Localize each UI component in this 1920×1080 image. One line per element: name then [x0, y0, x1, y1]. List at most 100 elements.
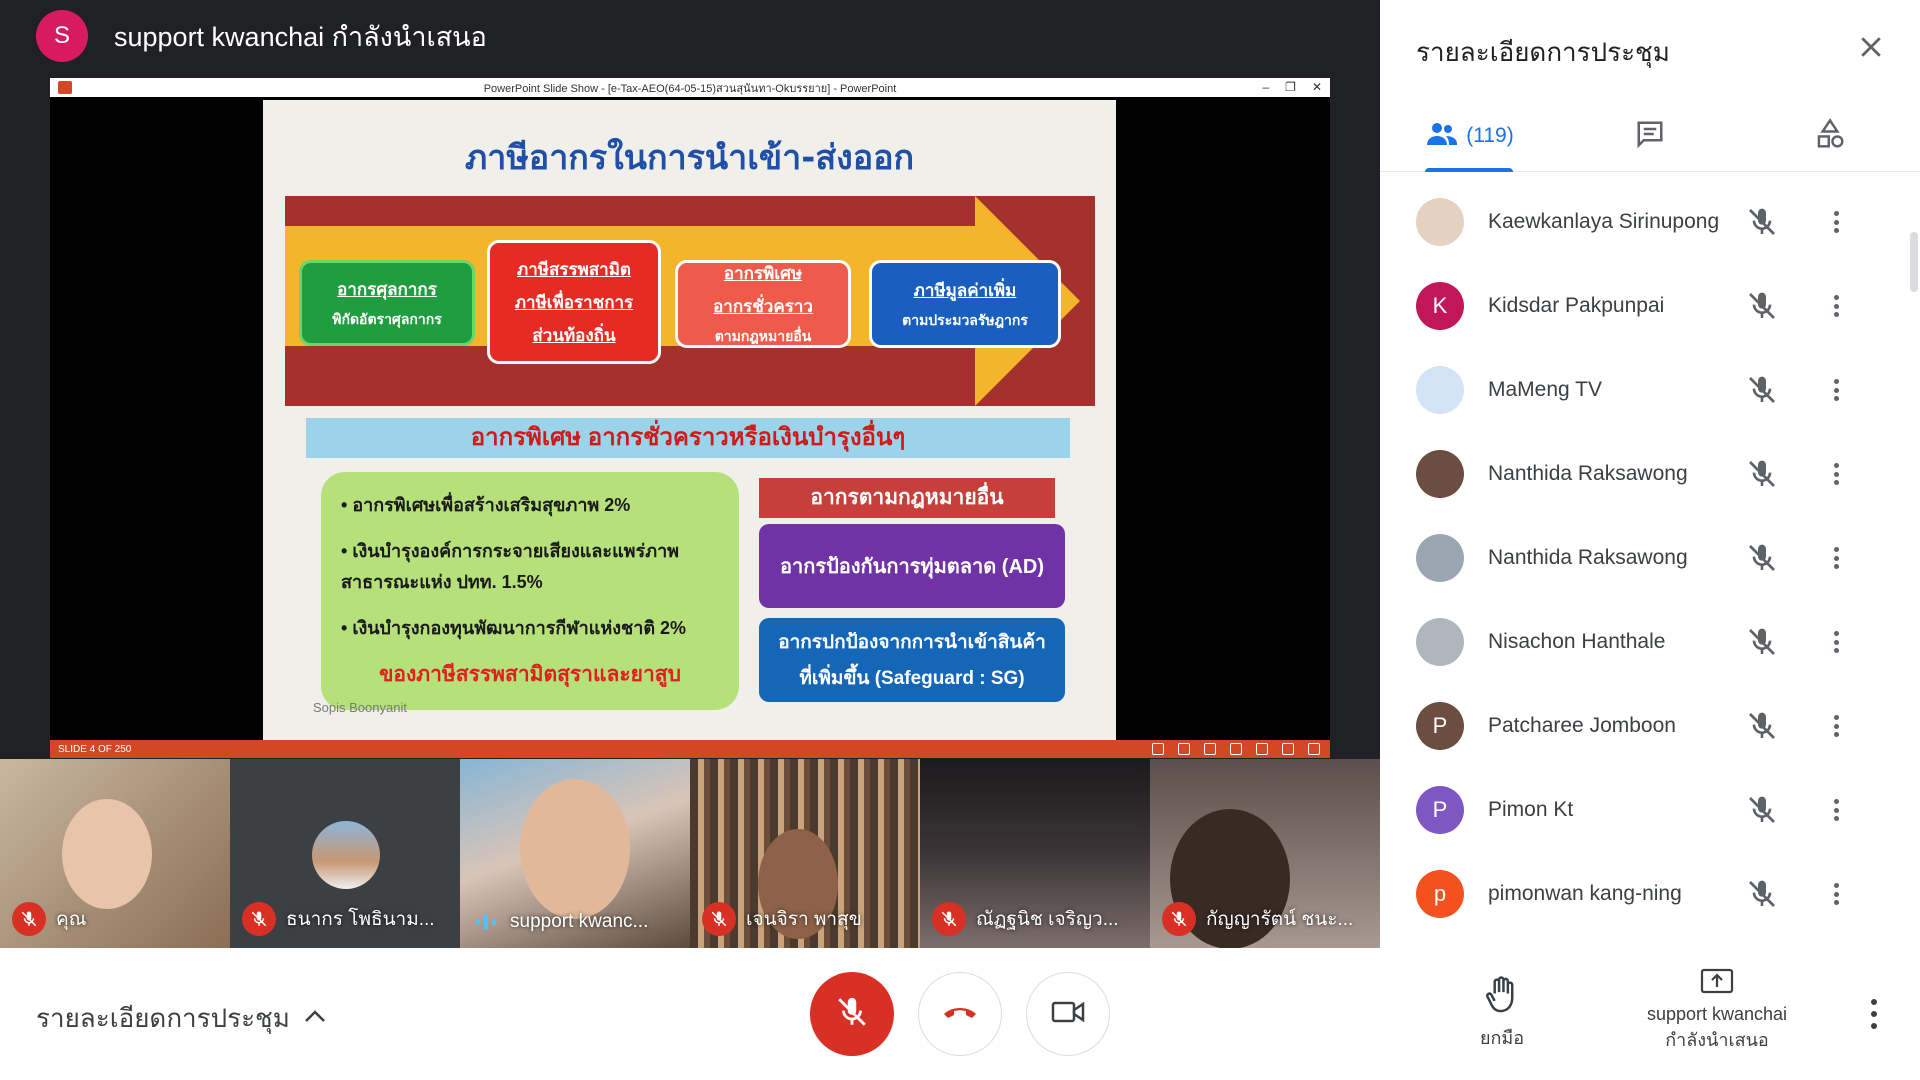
raise-hand-button[interactable]: ยกมือ — [1464, 976, 1540, 1052]
close-icon[interactable] — [1856, 32, 1886, 62]
mic-off-icon — [1746, 542, 1778, 574]
participant-row[interactable]: Kaewkanlaya Sirinupong — [1380, 180, 1920, 264]
mic-off-icon — [1162, 902, 1196, 936]
tab-activities[interactable] — [1740, 100, 1920, 172]
meeting-details-label: รายละเอียดการประชุม — [36, 1003, 290, 1033]
leave-call-button[interactable] — [918, 972, 1002, 1056]
vat-box: ภาษีมูลค่าเพิ่ม ตามประมวลรัษฎากร — [869, 260, 1061, 348]
mic-off-icon — [1746, 878, 1778, 910]
participant-name: Patcharee Jomboon — [1488, 714, 1676, 737]
bullet-item: • อากรพิเศษเพื่อสร้างเสริมสุขภาพ 2% — [341, 495, 631, 515]
excise-tax-box: ภาษีสรรพสามิต ภาษีเพื่อราชการ ส่วนท้องถิ… — [487, 240, 661, 364]
mic-off-icon — [835, 995, 869, 1034]
participant-tile[interactable]: ธนากร โพธินาม... — [230, 759, 460, 948]
box-line: ตามกฎหมายอื่น — [714, 328, 812, 344]
bullet-footer: ของภาษีสรรพสามิตสุราและยาสูบ — [379, 663, 681, 686]
more-options-icon[interactable] — [1828, 794, 1844, 826]
face-image — [520, 779, 630, 919]
notes-icon[interactable] — [1178, 743, 1190, 755]
box-line: ส่วนท้องถิ่น — [532, 325, 616, 345]
present-button[interactable]: support kwanchai กำลังนำเสนอ — [1622, 968, 1812, 1053]
participant-row[interactable]: Nanthida Raksawong — [1380, 432, 1920, 516]
participant-row[interactable]: K Kidsdar Pakpunpai — [1380, 264, 1920, 348]
mic-off-icon — [702, 902, 736, 936]
tile-label: ธนากร โพธินาม... — [230, 902, 435, 936]
more-options-icon[interactable] — [1828, 710, 1844, 742]
sg-box: อากรปกป้องจากการนำเข้าสินค้า ที่เพิ่มขึ้… — [759, 618, 1065, 702]
tile-label: คุณ — [0, 902, 86, 936]
bottom-control-bar: รายละเอียดการประชุม ยกมือ support kwanch… — [0, 948, 1920, 1080]
tile-name: เจนจิรา พาสุข — [746, 909, 862, 930]
hand-icon — [1484, 976, 1520, 1018]
participant-row[interactable]: P Patcharee Jomboon — [1380, 684, 1920, 768]
participant-name: Nanthida Raksawong — [1488, 462, 1688, 485]
avatar — [1416, 450, 1464, 498]
tile-label: เจนจิรา พาสุข — [690, 902, 862, 936]
mic-off-icon — [1746, 626, 1778, 658]
participant-row[interactable]: p pimonwan kang-ning — [1380, 852, 1920, 936]
participant-list: Kaewkanlaya Sirinupong K Kidsdar Pakpunp… — [1380, 180, 1920, 936]
tab-chat[interactable] — [1560, 100, 1740, 172]
participant-tile[interactable]: ณัฏฐนิช เจริญว... — [920, 759, 1150, 948]
participant-row[interactable]: P Pimon Kt — [1380, 768, 1920, 852]
tile-name: คุณ — [56, 909, 87, 930]
reading-view-icon[interactable] — [1282, 743, 1294, 755]
more-options-icon[interactable] — [1828, 542, 1844, 574]
participant-name: Nanthida Raksawong — [1488, 546, 1688, 569]
ppt-statusbar: SLIDE 4 OF 250 — [50, 740, 1330, 758]
more-options-icon[interactable] — [1828, 290, 1844, 322]
more-options-icon[interactable] — [1862, 994, 1886, 1034]
normal-view-icon[interactable] — [1230, 743, 1242, 755]
tile-name: ธนากร โพธินาม... — [286, 909, 435, 930]
scrollbar[interactable] — [1910, 232, 1918, 292]
avatar: P — [1416, 702, 1464, 750]
more-options-icon[interactable] — [1828, 626, 1844, 658]
mic-off-icon — [1746, 290, 1778, 322]
slide: ภาษีอากรในการนำเข้า-ส่งออก อากรศุลกากร พ… — [263, 100, 1116, 740]
box-line: อากรศุลกากร — [337, 279, 437, 299]
participant-tile[interactable]: คุณ — [0, 759, 230, 948]
panel-tabs: (119) — [1380, 100, 1920, 172]
participant-row[interactable]: Nanthida Raksawong — [1380, 516, 1920, 600]
people-icon — [1426, 121, 1458, 152]
special-duty-box: อากรพิเศษ อากรชั่วคราว ตามกฎหมายอื่น — [675, 260, 851, 348]
close-window-icon[interactable]: ✕ — [1312, 78, 1322, 97]
box-line: ตามประมวลรัษฎากร — [902, 311, 1028, 328]
tile-name: ณัฏฐนิช เจริญว... — [976, 909, 1119, 930]
powerpoint-icon — [58, 81, 72, 94]
tile-name: กัญญารัตน์ ชนะ... — [1206, 909, 1354, 930]
bullet-item: • เงินบำรุงกองทุนพัฒนาการกีฬาแห่งชาติ 2% — [341, 617, 687, 638]
box-line: อากรพิเศษ — [723, 264, 803, 283]
meeting-details-toggle[interactable]: รายละเอียดการประชุม — [36, 998, 326, 1039]
next-icon[interactable] — [1204, 743, 1216, 755]
prev-icon[interactable] — [1152, 743, 1164, 755]
participant-tile[interactable]: เจนจิรา พาสุข — [690, 759, 920, 948]
participant-tile[interactable]: กัญญารัตน์ ชนะ... — [1150, 759, 1380, 948]
more-options-icon[interactable] — [1828, 878, 1844, 910]
mic-toggle-button[interactable] — [810, 972, 894, 1056]
flow-panel: อากรศุลกากร พิกัดอัตราศุลกากร ภาษีสรรพสา… — [285, 196, 1095, 406]
restore-icon[interactable]: ❐ — [1285, 78, 1296, 97]
slide-sorter-icon[interactable] — [1256, 743, 1268, 755]
present-label: support kwanchai กำลังนำเสนอ — [1646, 1004, 1788, 1050]
participant-name: Pimon Kt — [1488, 798, 1574, 821]
avatar — [1416, 618, 1464, 666]
avatar — [1416, 534, 1464, 582]
slide-title: ภาษีอากรในการนำเข้า-ส่งออก — [464, 138, 915, 178]
participant-tile[interactable]: support kwanc... — [460, 759, 690, 948]
more-options-icon[interactable] — [1828, 374, 1844, 406]
window-controls: – ❐ ✕ — [1262, 78, 1322, 97]
participant-row[interactable]: MaMeng TV — [1380, 348, 1920, 432]
mic-off-icon — [12, 902, 46, 936]
chat-icon — [1634, 119, 1666, 154]
camera-toggle-button[interactable] — [1026, 972, 1110, 1056]
people-count: (119) — [1466, 124, 1514, 147]
slideshow-icon[interactable] — [1308, 743, 1320, 755]
more-options-icon[interactable] — [1828, 458, 1844, 490]
minimize-icon[interactable]: – — [1262, 78, 1269, 97]
tab-people[interactable]: (119) — [1380, 100, 1560, 172]
participant-row[interactable]: Nisachon Hanthale — [1380, 600, 1920, 684]
more-options-icon[interactable] — [1828, 206, 1844, 238]
powerpoint-window: PowerPoint Slide Show - [e-Tax-AEO(64-05… — [50, 78, 1330, 758]
participant-name: pimonwan kang-ning — [1488, 882, 1682, 905]
